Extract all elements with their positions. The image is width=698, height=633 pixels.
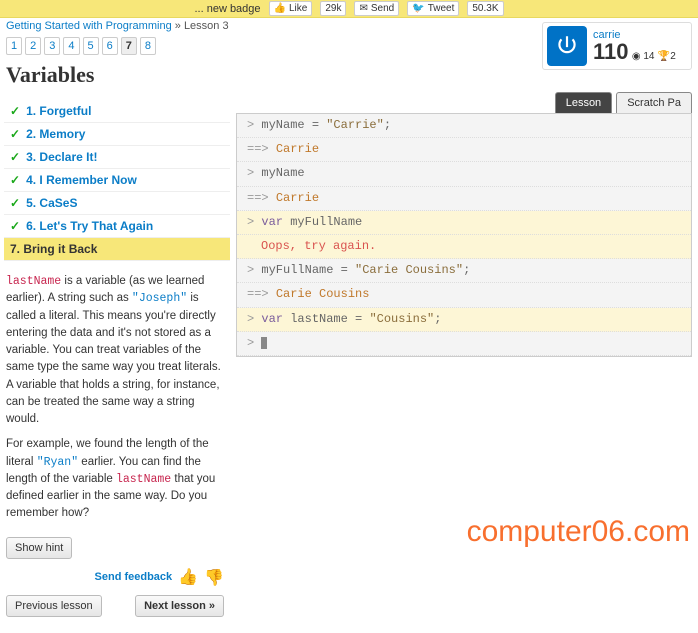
- right-panel: Lesson Scratch Pa > myName = "Carrie"; =…: [236, 34, 698, 357]
- lesson-item-5[interactable]: ✓ 5. CaSeS: [4, 192, 230, 215]
- feedback-row: Send feedback 👍 👍: [0, 559, 230, 595]
- console-line: > myName = "Carrie";: [237, 114, 691, 138]
- console-line: > var lastName = "Cousins";: [237, 308, 691, 332]
- trophies: 🏆2: [658, 51, 676, 62]
- lesson-link: 1. Forgetful: [26, 104, 91, 118]
- lesson-link: 5. CaSeS: [26, 196, 77, 210]
- console-line: ==> Carrie: [237, 187, 691, 211]
- thumbs-down-icon[interactable]: 👍: [204, 567, 224, 587]
- check-icon: ✓: [10, 173, 20, 187]
- breadcrumb-course[interactable]: Getting Started with Programming: [6, 20, 172, 32]
- page-title: Variables: [0, 58, 230, 92]
- lesson-link: 3. Declare It!: [26, 150, 97, 164]
- lesson-item-2[interactable]: ✓ 2. Memory: [4, 123, 230, 146]
- console[interactable]: > myName = "Carrie"; ==> Carrie > myName…: [236, 113, 692, 357]
- breadcrumb-lesson: Lesson 3: [184, 20, 229, 32]
- pager: 1 2 3 4 5 6 7 8: [0, 34, 230, 58]
- banner-text: ... new badge: [194, 3, 260, 15]
- lesson-para-1: lastName is a variable (as we learned ea…: [6, 273, 224, 428]
- score: 110: [593, 39, 629, 64]
- pager-2[interactable]: 2: [25, 37, 41, 55]
- next-lesson-button[interactable]: Next lesson »: [135, 595, 224, 617]
- pager-4[interactable]: 4: [63, 37, 79, 55]
- console-line: ==> Carrie: [237, 138, 691, 162]
- pager-6[interactable]: 6: [102, 37, 118, 55]
- check-icon: ✓: [10, 219, 20, 233]
- console-error-line: Oops, try again.: [237, 235, 691, 259]
- thumbs-up-icon[interactable]: 👍: [178, 567, 198, 587]
- code-lastname2: lastName: [116, 473, 171, 486]
- left-panel: 1 2 3 4 5 6 7 8 Variables ✓ 1. Forgetful …: [0, 34, 236, 629]
- previous-lesson-button[interactable]: Previous lesson: [6, 595, 102, 617]
- lesson-item-6[interactable]: ✓ 6. Let's Try That Again: [4, 215, 230, 238]
- lesson-list: ✓ 1. Forgetful ✓ 2. Memory ✓ 3. Declare It!…: [4, 100, 230, 261]
- pager-8[interactable]: 8: [140, 37, 156, 55]
- code-joseph: "Joseph": [132, 292, 187, 305]
- top-banner: ... new badge 👍 Like 29k ✉ Send 🐦 Tweet …: [0, 0, 698, 18]
- watermark: computer06.com: [467, 515, 690, 549]
- cursor-icon: [261, 337, 267, 349]
- lesson-link: 2. Memory: [26, 127, 85, 141]
- check-icon: ✓: [10, 104, 20, 118]
- medals: ◉ 14: [632, 51, 655, 62]
- pager-5[interactable]: 5: [83, 37, 99, 55]
- lesson-item-4[interactable]: ✓ 4. I Remember Now: [4, 169, 230, 192]
- tab-scratch-pad[interactable]: Scratch Pa: [616, 92, 692, 113]
- lesson-item-3[interactable]: ✓ 3. Declare It!: [4, 146, 230, 169]
- console-line: > myFullName = "Carie Cousins";: [237, 259, 691, 283]
- check-icon: ✓: [10, 127, 20, 141]
- fb-like-button[interactable]: 👍 Like: [269, 1, 313, 16]
- pager-1[interactable]: 1: [6, 37, 22, 55]
- power-icon: [554, 33, 580, 59]
- profile-box[interactable]: carrie 110 ◉ 14 🏆2: [542, 22, 692, 70]
- console-line: > myName: [237, 162, 691, 186]
- lesson-item-7-current[interactable]: 7. Bring it Back: [4, 238, 230, 261]
- check-icon: ✓: [10, 196, 20, 210]
- show-hint-button[interactable]: Show hint: [6, 537, 72, 559]
- lesson-link: 6. Let's Try That Again: [26, 219, 153, 233]
- avatar: [547, 26, 587, 66]
- console-prompt-line: >: [237, 332, 691, 356]
- console-line: > var myFullName: [237, 211, 691, 235]
- lesson-link: 4. I Remember Now: [26, 173, 137, 187]
- fb-send-button[interactable]: ✉ Send: [354, 1, 399, 16]
- tweet-button[interactable]: 🐦 Tweet: [407, 1, 459, 16]
- pager-7[interactable]: 7: [121, 37, 137, 55]
- check-icon: ✓: [10, 150, 20, 164]
- code-ryan: "Ryan": [37, 456, 78, 469]
- lesson-item-1[interactable]: ✓ 1. Forgetful: [4, 100, 230, 123]
- console-line: ==> Carie Cousins: [237, 283, 691, 307]
- tweet-count: 50.3K: [467, 1, 503, 16]
- tab-lesson[interactable]: Lesson: [555, 92, 612, 113]
- lesson-para-2: For example, we found the length of the …: [6, 436, 224, 522]
- pager-3[interactable]: 3: [44, 37, 60, 55]
- lesson-nav: Previous lesson Next lesson »: [0, 595, 230, 623]
- lesson-body: lastName is a variable (as we learned ea…: [0, 267, 230, 537]
- code-lastname: lastName: [6, 275, 61, 288]
- fb-like-count: 29k: [320, 1, 346, 16]
- send-feedback-link[interactable]: Send feedback: [95, 571, 173, 583]
